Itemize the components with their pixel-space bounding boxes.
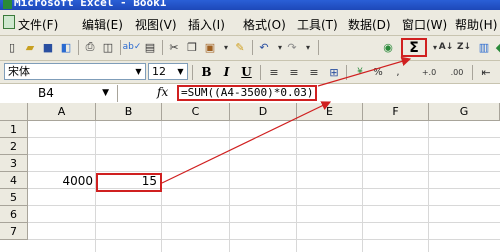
menu-format[interactable]: 格式(O) xyxy=(243,16,286,33)
formatting-toolbar: 宋体 ▼ 12 ▼ B I U ≡ ≡ ≡ ⊞ ¥ % , +.0 .00 ⇤ xyxy=(0,61,500,84)
menu-file[interactable]: 文件(F) xyxy=(18,16,58,33)
chart-wizard-icon[interactable]: ▥ xyxy=(476,39,492,55)
window-title: Microsoft Excel - Book1 xyxy=(14,0,167,9)
hyperlink-icon[interactable]: ◉ xyxy=(380,39,396,55)
merge-center-icon[interactable]: ⊞ xyxy=(326,64,342,80)
drawing-icon[interactable]: ◆ xyxy=(492,39,500,55)
name-box-value: B4 xyxy=(38,86,54,100)
cell-b4[interactable]: 15 xyxy=(96,173,162,192)
menu-data[interactable]: 数据(D) xyxy=(348,16,391,33)
standard-toolbar: ▯ ▰ ■ ◧ ⎙ ◫ ab✓ ▤ ✂ ❐ ▣ ▾ ✎ ↶ ▾ ↷ ▾ ◉ Σ … xyxy=(0,36,500,61)
font-size-value: 12 xyxy=(152,65,166,78)
row-header-1[interactable]: 1 xyxy=(0,121,28,138)
menu-window[interactable]: 窗口(W) xyxy=(402,16,447,33)
select-all-corner[interactable] xyxy=(0,103,28,121)
redo-icon[interactable]: ↷ xyxy=(284,39,300,55)
column-header-e[interactable]: E xyxy=(297,103,363,121)
permission-icon[interactable]: ◧ xyxy=(58,39,74,55)
font-name-select[interactable]: 宋体 ▼ xyxy=(4,63,146,80)
align-right-icon[interactable]: ≡ xyxy=(306,64,322,80)
column-header-d[interactable]: D xyxy=(230,103,297,121)
spelling-icon[interactable]: ab✓ xyxy=(123,39,142,55)
cut-icon[interactable]: ✂ xyxy=(166,39,182,55)
row-header-3[interactable]: 3 xyxy=(0,155,28,172)
increase-decimal-icon[interactable]: +.0 xyxy=(418,64,440,80)
fx-icon[interactable]: fx xyxy=(157,85,168,99)
print-preview-icon[interactable]: ◫ xyxy=(100,39,116,55)
comma-style-icon[interactable]: , xyxy=(390,64,406,80)
underline-button[interactable]: U xyxy=(238,64,255,80)
chevron-down-icon: ▼ xyxy=(102,88,109,98)
align-left-icon[interactable]: ≡ xyxy=(266,64,282,80)
column-header-g[interactable]: G xyxy=(429,103,500,121)
save-icon[interactable]: ■ xyxy=(40,39,56,55)
research-icon[interactable]: ▤ xyxy=(142,39,158,55)
column-header-b[interactable]: B xyxy=(96,103,162,121)
print-icon[interactable]: ⎙ xyxy=(82,39,98,55)
row-header-6[interactable]: 6 xyxy=(0,206,28,223)
column-header-c[interactable]: C xyxy=(162,103,230,121)
column-header-a[interactable]: A xyxy=(28,103,96,121)
currency-icon[interactable]: ¥ xyxy=(352,64,368,80)
autosum-label: Σ xyxy=(409,39,419,56)
bold-button[interactable]: B xyxy=(198,64,215,80)
font-size-select[interactable]: 12 ▼ xyxy=(148,63,188,80)
new-icon[interactable]: ▯ xyxy=(4,39,20,55)
font-name-value: 宋体 xyxy=(8,65,30,78)
autosum-icon[interactable]: Σ xyxy=(401,38,427,57)
undo-icon[interactable]: ↶ xyxy=(256,39,272,55)
cell-a4[interactable]: 4000 xyxy=(28,173,96,190)
sort-ascending-icon[interactable]: A↓ xyxy=(438,39,454,55)
italic-button[interactable]: I xyxy=(218,64,235,80)
row-header-2[interactable]: 2 xyxy=(0,138,28,155)
workbook-icon[interactable] xyxy=(3,15,15,29)
percent-icon[interactable]: % xyxy=(370,64,386,80)
formula-input[interactable]: =SUM((A4-3500)*0.03) xyxy=(177,85,318,101)
sort-descending-icon[interactable]: Z↓ xyxy=(456,39,472,55)
row-header-4[interactable]: 4 xyxy=(0,172,28,189)
title-bar: Microsoft Excel - Book1 xyxy=(0,0,500,10)
excel-icon xyxy=(3,0,12,9)
decrease-indent-icon[interactable]: ⇤ xyxy=(478,64,494,80)
format-painter-icon[interactable]: ✎ xyxy=(232,39,248,55)
worksheet-grid: A B C D E F G 1 2 3 4 5 6 7 4000 15 xyxy=(0,103,500,252)
column-header-f[interactable]: F xyxy=(363,103,429,121)
menu-edit[interactable]: 编辑(E) xyxy=(82,16,123,33)
menu-help[interactable]: 帮助(H) xyxy=(455,16,497,33)
name-box[interactable]: B4 ▼ xyxy=(0,85,118,102)
open-icon[interactable]: ▰ xyxy=(22,39,38,55)
menu-insert[interactable]: 插入(I) xyxy=(188,16,225,33)
copy-icon[interactable]: ❐ xyxy=(184,39,200,55)
formula-bar: B4 ▼ fx =SUM((A4-3500)*0.03) xyxy=(0,84,500,104)
menu-tools[interactable]: 工具(T) xyxy=(297,16,338,33)
chevron-down-icon: ▼ xyxy=(135,67,142,76)
chevron-down-icon: ▼ xyxy=(177,67,184,76)
menu-view[interactable]: 视图(V) xyxy=(135,16,177,33)
paste-icon[interactable]: ▣ xyxy=(202,39,218,55)
decrease-decimal-icon[interactable]: .00 xyxy=(446,64,468,80)
menu-bar: 文件(F) 编辑(E) 视图(V) 插入(I) 格式(O) 工具(T) 数据(D… xyxy=(0,10,500,36)
redo-dropdown-icon[interactable]: ▾ xyxy=(300,39,316,55)
align-center-icon[interactable]: ≡ xyxy=(286,64,302,80)
row-header-5[interactable]: 5 xyxy=(0,189,28,206)
row-header-7[interactable]: 7 xyxy=(0,223,28,240)
